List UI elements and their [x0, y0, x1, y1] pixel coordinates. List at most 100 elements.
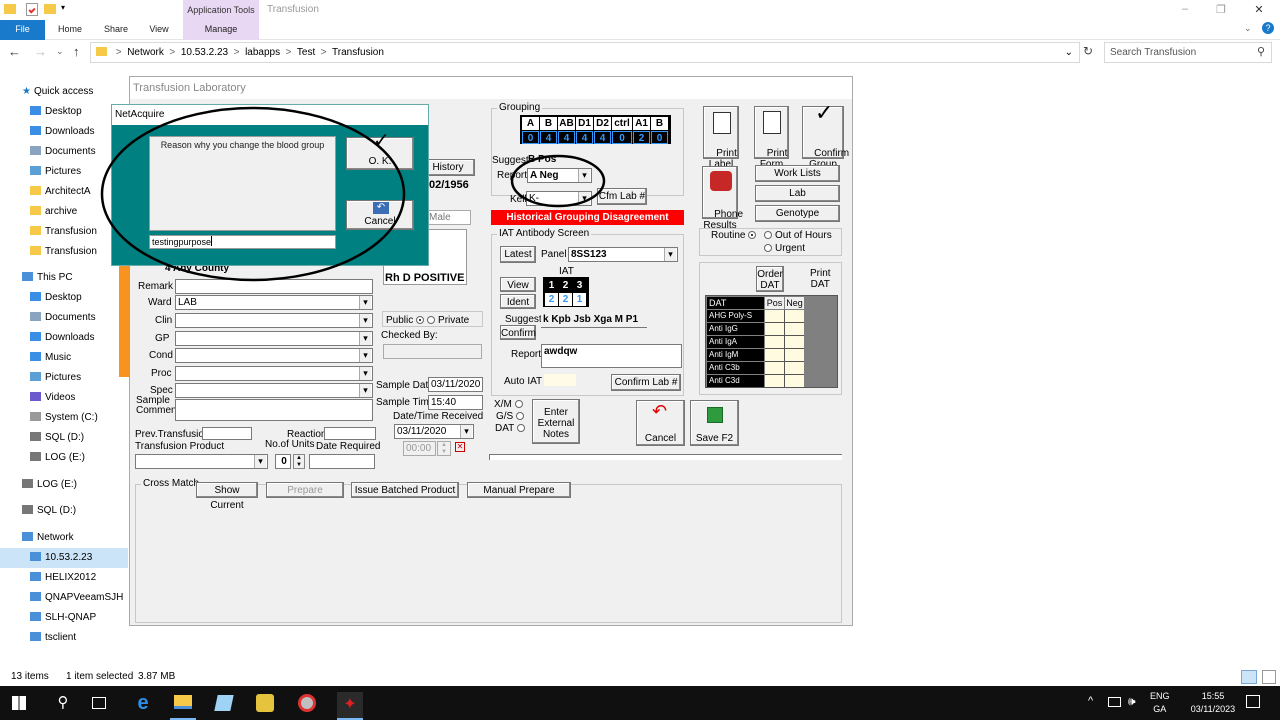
remark-input[interactable] [175, 279, 373, 294]
report-group-select[interactable]: A Neg [527, 168, 592, 183]
nav-item-pc-downloads[interactable]: Downloads [0, 328, 128, 348]
nav-item-pc-pictures[interactable]: Pictures [0, 368, 128, 388]
lab-button[interactable]: Lab [755, 185, 840, 202]
date-received-select[interactable]: 03/11/2020 [394, 424, 474, 439]
nav-item-sql-d[interactable]: SQL (D:) [0, 428, 128, 448]
nav-item-architecta[interactable]: ArchitectA [0, 182, 128, 202]
show-hidden-icons[interactable]: ^ [1088, 695, 1093, 707]
refresh-icon[interactable]: ↻ [1083, 44, 1093, 58]
windows-start-icon[interactable] [12, 696, 26, 710]
cfm-lab-button[interactable]: Cfm Lab # [597, 188, 647, 205]
network-status-icon[interactable] [1108, 697, 1121, 707]
search-input[interactable]: Search Transfusion ⚲ [1104, 42, 1272, 63]
clear-time-icon[interactable]: ✕ [455, 442, 465, 452]
breadcrumb-test[interactable]: Test [297, 47, 315, 58]
units-spinner[interactable]: ▲ ▼ [293, 454, 305, 469]
sample-date-input[interactable]: 03/11/2020 [428, 377, 483, 392]
show-current-button[interactable]: Show Current [196, 482, 258, 511]
genotype-button[interactable]: Genotype [755, 205, 840, 222]
new-folder-icon[interactable] [44, 4, 56, 14]
nav-log-e-drive[interactable]: LOG (E:) [0, 475, 128, 495]
forward-arrow-icon[interactable]: → [34, 44, 47, 59]
confirm-antibody-button[interactable]: Confirm [500, 325, 536, 340]
nav-sql-d-drive[interactable]: SQL (D:) [0, 501, 128, 521]
tab-file[interactable]: File [0, 20, 45, 40]
nav-network[interactable]: Network [0, 528, 128, 548]
confirm-group-button[interactable]: ✓Confirm Group [802, 102, 849, 170]
ident-button[interactable]: Ident [500, 294, 536, 309]
properties-icon[interactable] [26, 3, 38, 16]
nav-item-documents[interactable]: Documents [0, 142, 128, 162]
transfusion-product-select[interactable] [135, 454, 268, 469]
tab-share[interactable]: Share [96, 20, 136, 40]
nav-item-desktop[interactable]: Desktop [0, 102, 128, 122]
task-view-icon[interactable] [92, 697, 106, 709]
gp-select[interactable] [175, 331, 373, 346]
kell-select[interactable]: K- [526, 191, 592, 206]
clock[interactable]: 15:55 03/11/2023 [1188, 690, 1238, 716]
reason-input[interactable]: testingpurpose [149, 235, 336, 249]
tools-app-icon[interactable] [256, 694, 274, 712]
notifications-icon[interactable] [1246, 695, 1260, 708]
context-tab-label[interactable]: Application Tools [183, 0, 259, 20]
edge-browser-icon[interactable]: e [132, 692, 154, 714]
proc-select[interactable] [175, 366, 373, 381]
gs-radio[interactable] [516, 412, 525, 420]
out-of-hours-option[interactable]: Out of Hours [764, 230, 832, 241]
spec-select[interactable] [175, 383, 373, 398]
ward-select[interactable]: LAB [175, 295, 373, 310]
prepare-button[interactable]: Prepare [266, 482, 344, 498]
xm-option[interactable]: X/M [494, 399, 526, 410]
xm-radio[interactable] [514, 400, 523, 408]
nav-item-pc-music[interactable]: Music [0, 348, 128, 368]
nav-quick-access[interactable]: ★ Quick access [0, 82, 128, 102]
nav-item-helix2012[interactable]: HELIX2012 [0, 568, 128, 588]
nav-item-qnapveeamsjh[interactable]: QNAPVeeamSJH [0, 588, 128, 608]
nav-item-pictures[interactable]: Pictures [0, 162, 128, 182]
panel-select[interactable]: 8SS123 [568, 247, 678, 262]
notepad-icon[interactable] [214, 695, 234, 711]
back-arrow-icon[interactable]: ← [8, 44, 21, 59]
customize-qat-icon[interactable]: ▾ [61, 3, 65, 12]
search-icon[interactable]: ⚲ [52, 692, 74, 714]
breadcrumb-labapps[interactable]: labapps [245, 47, 280, 58]
print-form-button[interactable]: Print Form [754, 106, 789, 170]
sample-time-input[interactable]: 15:40 [428, 395, 483, 410]
nav-item-pc-videos[interactable]: Videos [0, 388, 128, 408]
close-button[interactable]: ✕ [1250, 0, 1268, 20]
routine-radio[interactable] [748, 231, 757, 239]
reaction-input[interactable] [324, 427, 376, 440]
print-dat-label[interactable]: Print DAT [810, 268, 831, 290]
print-label-button[interactable]: Print Label [703, 106, 739, 170]
urgent-option[interactable]: Urgent [764, 243, 805, 254]
cancel-button[interactable]: ↶ Cancel [636, 400, 685, 446]
clin-select[interactable] [175, 313, 373, 328]
urgent-radio[interactable] [764, 244, 772, 252]
up-arrow-icon[interactable]: ↑ [73, 44, 80, 59]
view-button[interactable]: View [500, 277, 536, 292]
gs-option[interactable]: G/S [496, 411, 527, 422]
volume-icon[interactable]: 🕪 [1128, 694, 1136, 709]
dat-option[interactable]: DAT [495, 423, 528, 434]
manual-prepare-button[interactable]: Manual Prepare [467, 482, 571, 498]
save-button[interactable]: Save F2 [690, 400, 739, 446]
routine-option[interactable]: Routine [711, 230, 759, 241]
phone-results-button[interactable]: Phone Results [702, 166, 743, 231]
expand-ribbon-icon[interactable]: ⌄ [1244, 23, 1252, 34]
prev-transfusion-input[interactable] [202, 427, 252, 440]
file-explorer-icon[interactable] [174, 695, 192, 709]
latest-button[interactable]: Latest [500, 246, 536, 263]
remote-app-icon[interactable] [298, 694, 316, 712]
confirm-lab-button[interactable]: Confirm Lab # [611, 374, 681, 391]
nav-this-pc[interactable]: This PC [0, 268, 128, 288]
order-dat-button[interactable]: Order DAT [756, 266, 784, 292]
language-indicator[interactable]: ENG GA [1150, 690, 1170, 716]
breadcrumb-transfusion[interactable]: Transfusion [332, 47, 384, 58]
tab-home[interactable]: Home [50, 20, 90, 40]
date-required-input[interactable] [309, 454, 375, 469]
dat-radio[interactable] [516, 424, 525, 432]
cond-select[interactable] [175, 348, 373, 363]
ok-button[interactable]: ✓ O. K. [346, 131, 414, 170]
tab-view[interactable]: View [140, 20, 178, 40]
blood-drop-app-icon[interactable]: ✦ [337, 692, 363, 718]
